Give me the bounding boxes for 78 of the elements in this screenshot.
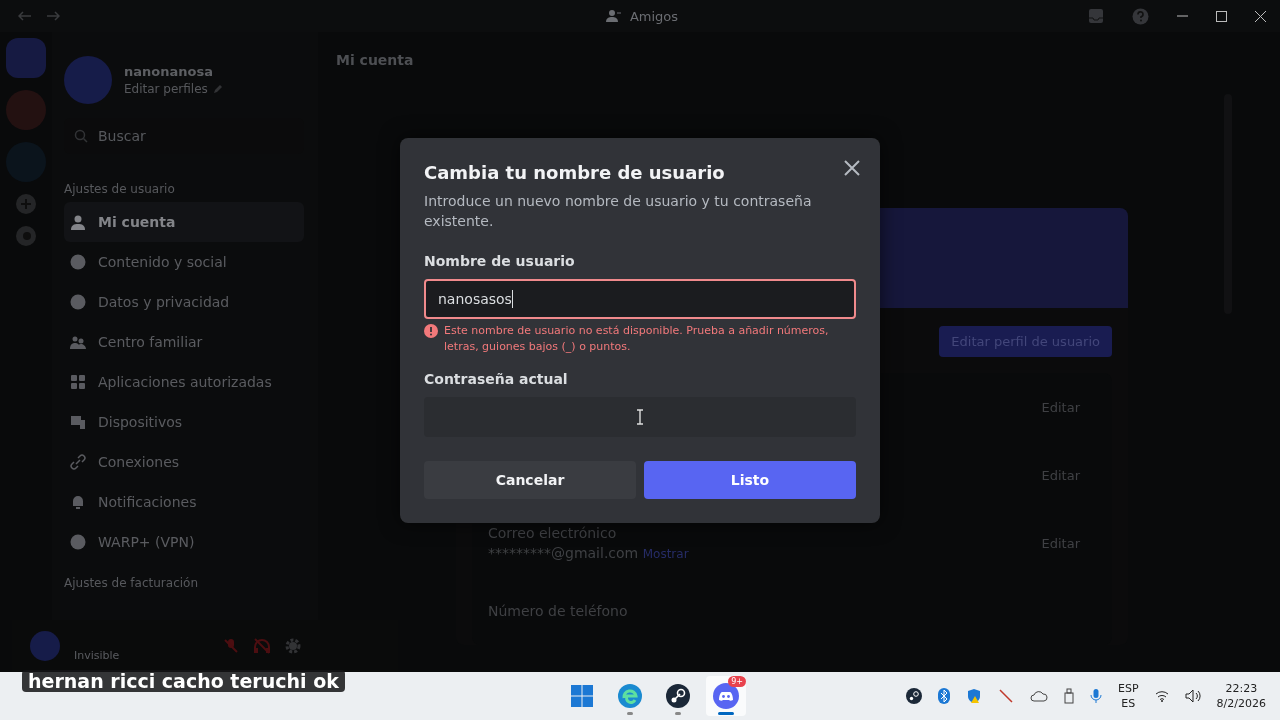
menu-item-icon <box>70 494 86 510</box>
page-title: Mi cuenta <box>336 52 415 68</box>
edit-button[interactable]: Editar <box>1025 461 1096 489</box>
cancel-button[interactable]: Cancelar <box>424 461 636 499</box>
search-icon <box>74 129 88 143</box>
shield-warning-icon[interactable] <box>966 688 982 704</box>
user-avatar[interactable] <box>64 56 112 104</box>
notification-badge: 9+ <box>728 676 746 687</box>
volume-icon[interactable] <box>1184 689 1201 703</box>
forward-arrow-icon[interactable] <box>46 11 60 21</box>
close-icon[interactable] <box>842 158 862 178</box>
chat-overlay-message: hernan ricci cacho teruchi ok <box>22 670 345 692</box>
sidebar-item[interactable]: Mi cuenta <box>64 202 304 242</box>
pencil-icon <box>212 84 223 94</box>
menu-item-icon <box>70 534 86 550</box>
field-value: *********@gmail.com <box>488 545 639 561</box>
menu-item-icon <box>70 374 86 390</box>
user-avatar[interactable] <box>30 631 60 661</box>
minimize-icon[interactable] <box>1177 15 1188 17</box>
edit-button[interactable]: Editar <box>1025 393 1096 421</box>
maximize-icon[interactable] <box>1216 10 1227 22</box>
menu-item-icon <box>70 334 86 350</box>
edit-button[interactable]: Editar <box>1025 529 1096 557</box>
microphone-muted-icon[interactable] <box>223 638 240 654</box>
clock[interactable]: 22:23 8/2/2026 <box>1216 681 1266 711</box>
field-label: Nombre de usuario <box>424 253 576 269</box>
done-button[interactable]: Listo <box>644 461 856 499</box>
browser-icon <box>618 684 642 708</box>
menu-item-icon <box>70 414 86 430</box>
sidebar-item[interactable]: Notificaciones <box>64 482 304 522</box>
menu-item-icon <box>70 294 86 310</box>
bluetooth-icon[interactable] <box>938 688 950 704</box>
discord-icon <box>713 683 739 709</box>
field-label: Número de teléfono <box>488 603 628 619</box>
steam-icon <box>666 684 690 708</box>
password-field[interactable] <box>424 397 856 437</box>
menu-item-icon <box>70 254 86 270</box>
usb-drive-icon[interactable] <box>1064 688 1074 704</box>
dialog-description: Introduce un nuevo nombre de usuario y tu contraseña existente. <box>424 192 813 231</box>
close-icon[interactable] <box>1255 10 1266 22</box>
field-label: Contraseña actual <box>424 371 569 387</box>
windows-icon <box>571 685 593 707</box>
dialog-title: Cambia tu nombre de usuario <box>424 162 726 183</box>
taskbar-app[interactable]: 9+ <box>706 676 746 716</box>
section-heading: Ajustes de facturación <box>64 575 200 592</box>
user-status: Invisible <box>74 648 120 662</box>
show-link[interactable]: Mostrar <box>642 547 689 561</box>
language-indicator[interactable]: ESP ES <box>1118 681 1139 711</box>
menu-item-icon <box>70 454 86 470</box>
sidebar-item[interactable]: Contenido y social <box>64 242 304 282</box>
error-message: Este nombre de usuario no está disponible. Prueba a añadir números, letras, guiones bajos (_) o puntos. <box>444 323 830 355</box>
inbox-icon[interactable] <box>1088 8 1104 24</box>
headphones-muted-icon[interactable] <box>253 638 272 654</box>
sidebar-item[interactable]: Datos y privacidad <box>64 282 304 322</box>
home-server-icon[interactable] <box>6 38 46 78</box>
username: nanonanosa <box>124 64 214 79</box>
help-icon[interactable] <box>1132 7 1149 25</box>
cloud-icon[interactable] <box>1030 690 1048 702</box>
window-title: Amigos <box>629 8 679 24</box>
sidebar-item[interactable]: Conexiones <box>64 442 304 482</box>
friends-icon <box>605 9 622 23</box>
section-heading: Ajustes de usuario <box>64 181 176 198</box>
server-icon[interactable] <box>6 90 46 130</box>
text-cursor-icon <box>636 409 644 425</box>
wifi-icon[interactable] <box>1154 690 1169 702</box>
settings-icon[interactable] <box>285 638 302 654</box>
microphone-icon[interactable] <box>1090 688 1102 704</box>
edit-profiles-link[interactable]: Editar perfiles <box>124 82 208 96</box>
add-server-icon[interactable] <box>16 194 36 214</box>
sidebar-item[interactable]: WARP+ (VPN) <box>64 522 304 562</box>
username-field[interactable]: nanosasos <box>424 279 856 319</box>
menu-item-icon <box>70 214 86 230</box>
error-icon <box>424 324 438 338</box>
sidebar-item[interactable]: Centro familiar <box>64 322 304 362</box>
sidebar-item[interactable]: Aplicaciones autorizadas <box>64 362 304 402</box>
back-arrow-icon[interactable] <box>18 11 32 21</box>
sidebar-item[interactable]: Dispositivos <box>64 402 304 442</box>
steam-icon[interactable] <box>906 688 922 704</box>
